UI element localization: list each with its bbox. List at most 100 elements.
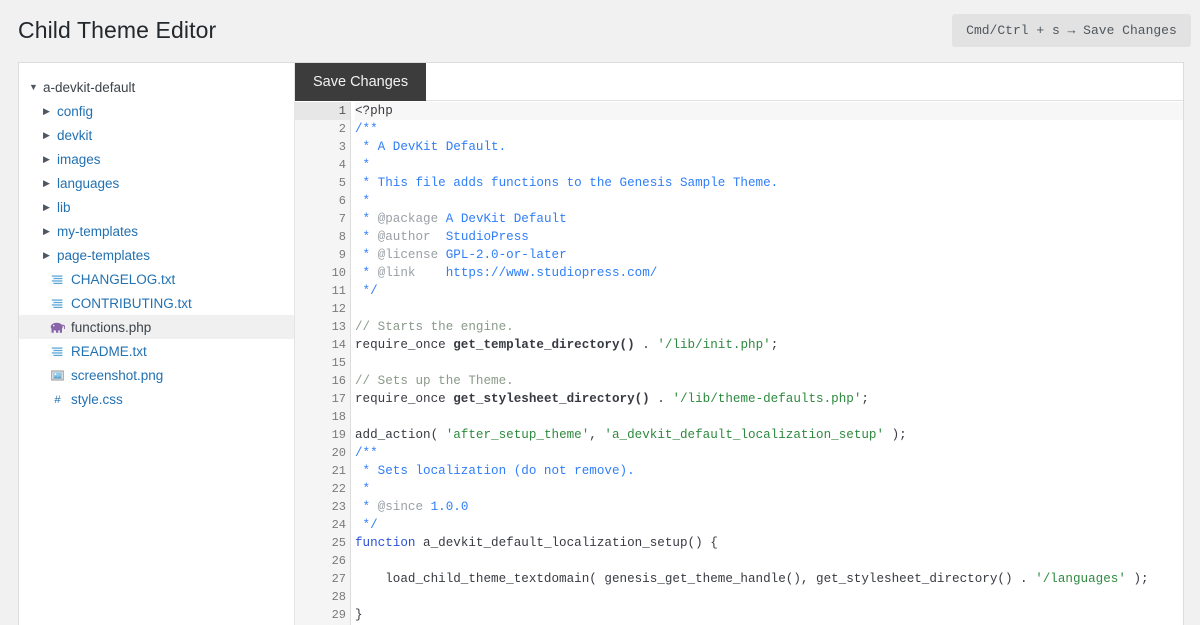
code-token: GPL-2.0-or-later — [438, 248, 567, 262]
page-title: Child Theme Editor — [18, 17, 217, 43]
line-number: 29 — [331, 608, 346, 622]
code-line[interactable]: /** — [355, 120, 1183, 138]
code-line[interactable]: // Starts the engine. — [355, 318, 1183, 336]
code-line[interactable]: } — [355, 606, 1183, 624]
tree-folder-page-templates[interactable]: page-templates — [19, 243, 294, 267]
code-token: require_once — [355, 338, 454, 352]
code-line[interactable] — [355, 354, 1183, 372]
tree-item-label: screenshot.png — [71, 367, 164, 383]
tree-folder-lib[interactable]: lib — [19, 195, 294, 219]
code-token: '/lib/init.php' — [657, 338, 771, 352]
code-line[interactable]: * A DevKit Default. — [355, 138, 1183, 156]
tree-file-contributing-txt[interactable]: CONTRIBUTING.txt — [19, 291, 294, 315]
file-tree[interactable]: a-devkit-default config devkit images langu… — [19, 63, 295, 625]
caret-right-icon[interactable] — [43, 178, 57, 189]
tree-root-a-devkit-default[interactable]: a-devkit-default — [19, 75, 294, 99]
code-token: * — [355, 212, 378, 226]
code-line[interactable]: * @author StudioPress — [355, 228, 1183, 246]
code-line[interactable]: * @link https://www.studiopress.com/ — [355, 264, 1183, 282]
caret-right-icon[interactable] — [43, 106, 57, 117]
code-line[interactable]: * @package A DevKit Default — [355, 210, 1183, 228]
code-token: require_once — [355, 392, 454, 406]
tree-item-label: CHANGELOG.txt — [71, 271, 176, 287]
page-header: Child Theme Editor Cmd/Ctrl + s → Save C… — [0, 0, 1200, 62]
code-token: * — [355, 194, 371, 208]
code-token: a_devkit_default_localization_setup() { — [415, 536, 718, 550]
code-token: load_child_theme_textdomain( genesis_get… — [355, 572, 1036, 586]
code-line[interactable] — [355, 588, 1183, 606]
tree-item-label: README.txt — [71, 343, 147, 359]
tree-file-functions-php[interactable]: functions.php — [19, 315, 294, 339]
code-line[interactable]: * @since 1.0.0 — [355, 498, 1183, 516]
image-file-icon — [49, 369, 66, 382]
line-number: 7 — [338, 212, 346, 226]
tree-item-label: my-templates — [57, 223, 139, 239]
code-editor-area[interactable]: Save Changes 12▼345678910111213141516171… — [295, 63, 1183, 625]
tree-folder-config[interactable]: config — [19, 99, 294, 123]
code-token: */ — [355, 518, 378, 532]
code-token: 1.0.0 — [423, 500, 469, 514]
caret-right-icon[interactable] — [43, 130, 57, 141]
line-number: 26 — [331, 554, 346, 568]
svg-text:#: # — [54, 395, 61, 406]
code-line[interactable] — [355, 300, 1183, 318]
tree-file-style-css[interactable]: # style.css — [19, 387, 294, 411]
code-line[interactable]: /** — [355, 444, 1183, 462]
code-line[interactable]: * — [355, 192, 1183, 210]
code-line[interactable]: * — [355, 156, 1183, 174]
code-line[interactable]: */ — [355, 282, 1183, 300]
code-token: '/lib/theme-defaults.php' — [672, 392, 862, 406]
code-line[interactable]: * — [355, 480, 1183, 498]
line-number: 17 — [331, 392, 346, 406]
php-elephant-icon — [49, 321, 66, 334]
code-scroll-container[interactable]: 12▼ 3 4 5 6 7 8 9 10 11 12 13 14 15 16 17 18 19 20▼ 21 22 23 2… — [295, 102, 1183, 625]
line-number: 24 — [331, 518, 346, 532]
code-line[interactable] — [355, 408, 1183, 426]
code-line[interactable]: require_once get_stylesheet_directory() … — [355, 390, 1183, 408]
code-line[interactable] — [355, 552, 1183, 570]
caret-right-icon[interactable] — [43, 202, 57, 213]
line-number: 8 — [338, 230, 346, 244]
tree-folder-languages[interactable]: languages — [19, 171, 294, 195]
code-line[interactable]: require_once get_template_directory() . … — [355, 336, 1183, 354]
tree-folder-images[interactable]: images — [19, 147, 294, 171]
code-line[interactable]: */ — [355, 516, 1183, 534]
save-changes-button[interactable]: Save Changes — [295, 63, 427, 101]
code-token: * — [355, 500, 378, 514]
code-line[interactable]: load_child_theme_textdomain( genesis_get… — [355, 570, 1183, 588]
caret-right-icon[interactable] — [43, 250, 57, 261]
code-token: * Sets localization (do not remove). — [355, 464, 635, 478]
line-number: 15 — [331, 356, 346, 370]
line-number: 20▼ — [295, 444, 359, 462]
code-token: /** — [355, 446, 378, 460]
file-tree-items: config devkit images languages lib my-templat… — [19, 99, 294, 411]
code-line[interactable]: // Sets up the Theme. — [355, 372, 1183, 390]
line-number: 6 — [338, 194, 346, 208]
code-line[interactable]: <?php — [355, 102, 1183, 120]
caret-right-icon[interactable] — [43, 226, 57, 237]
tree-file-screenshot-png[interactable]: screenshot.png — [19, 363, 294, 387]
code-line[interactable]: function a_devkit_default_localization_s… — [355, 534, 1183, 552]
line-number: 12 — [331, 302, 346, 316]
code-token: get_template_directory() — [453, 338, 635, 352]
code-line[interactable]: add_action( 'after_setup_theme', 'a_devk… — [355, 426, 1183, 444]
tree-file-readme-txt[interactable]: README.txt — [19, 339, 294, 363]
code-token: @since — [377, 500, 424, 514]
tree-folder-devkit[interactable]: devkit — [19, 123, 294, 147]
code-token: @link — [377, 266, 416, 280]
tree-file-changelog-txt[interactable]: CHANGELOG.txt — [19, 267, 294, 291]
tree-item-label: page-templates — [57, 247, 151, 263]
code-token: A DevKit Default — [438, 212, 567, 226]
hash-css-icon: # — [49, 393, 66, 406]
tree-item-label: languages — [57, 175, 120, 191]
code-line[interactable]: * @license GPL-2.0-or-later — [355, 246, 1183, 264]
tree-folder-my-templates[interactable]: my-templates — [19, 219, 294, 243]
line-number: 22 — [331, 482, 346, 496]
code-content[interactable]: <?php /** * A DevKit Default. * * This fi… — [351, 102, 1183, 625]
line-number: 14 — [331, 338, 346, 352]
caret-right-icon[interactable] — [43, 154, 57, 165]
caret-down-icon[interactable] — [29, 82, 43, 92]
code-line[interactable]: * This file adds functions to the Genesi… — [355, 174, 1183, 192]
code-line[interactable]: * Sets localization (do not remove). — [355, 462, 1183, 480]
editor-panel: a-devkit-default config devkit images langu… — [18, 62, 1184, 625]
